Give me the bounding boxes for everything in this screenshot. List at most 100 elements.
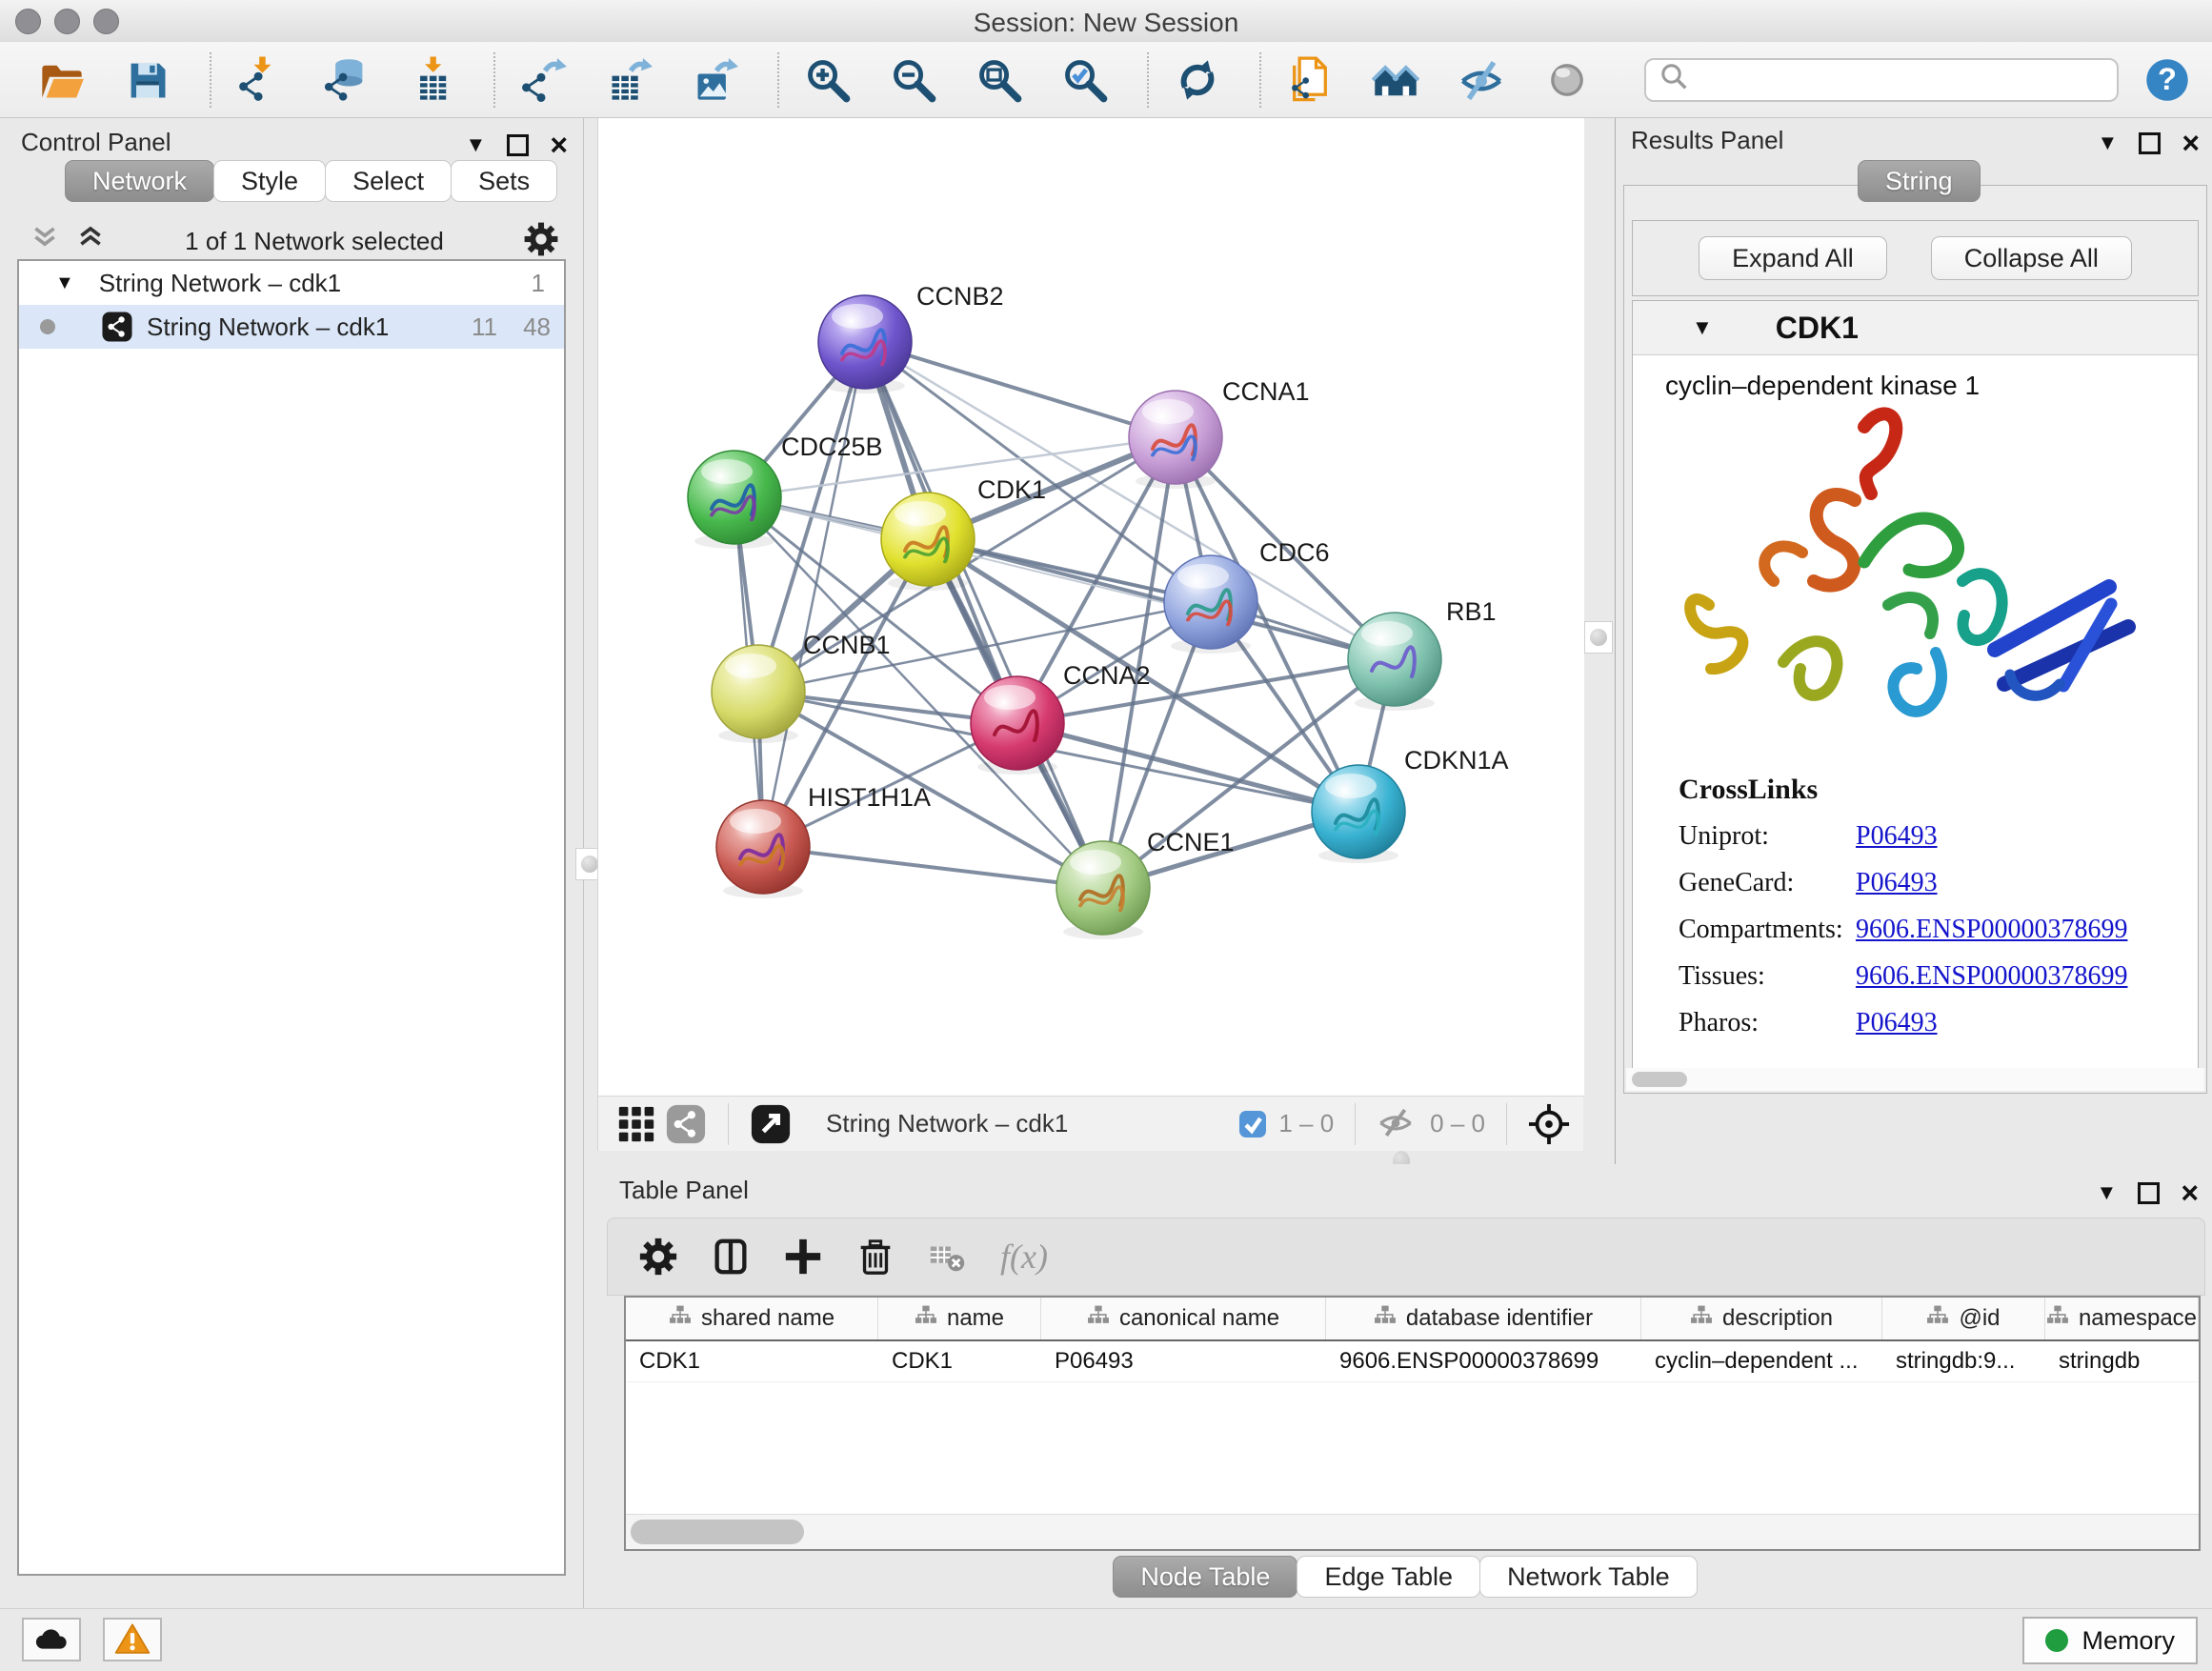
- right-splitter-handle[interactable]: [1584, 621, 1613, 654]
- create-column-icon[interactable]: [779, 1233, 827, 1280]
- expand-all-networks-icon[interactable]: [74, 223, 107, 260]
- column-header-namespace[interactable]: namespace: [2045, 1298, 2199, 1339]
- network-node-cdc6[interactable]: [1164, 555, 1257, 654]
- column-header-database-identifier[interactable]: database identifier: [1326, 1298, 1641, 1339]
- string-share-icon[interactable]: [665, 1103, 707, 1145]
- zoom-out-icon[interactable]: [890, 56, 937, 104]
- gene-expand-icon[interactable]: ▼: [1692, 315, 1713, 340]
- table-cell[interactable]: cyclin–dependent ...: [1641, 1341, 1882, 1381]
- table-options-gear-icon[interactable]: [634, 1233, 682, 1280]
- node-table: shared namenamecanonical namedatabase id…: [624, 1296, 2201, 1551]
- zoom-selected-icon[interactable]: [1061, 56, 1109, 104]
- cloud-status-button[interactable]: [22, 1618, 81, 1661]
- table-horizontal-scrollbar[interactable]: [626, 1514, 2199, 1549]
- network-node-ccna1[interactable]: [1129, 391, 1222, 489]
- show-columns-icon[interactable]: [707, 1233, 754, 1280]
- tab-network-table[interactable]: Network Table: [1479, 1556, 1698, 1598]
- search-icon: [1656, 58, 1694, 101]
- show-labels-icon[interactable]: [1543, 56, 1591, 104]
- delete-column-icon[interactable]: [852, 1233, 899, 1280]
- birdseye-crosshair-icon[interactable]: [1528, 1103, 1570, 1145]
- table-cell[interactable]: stringdb:9...: [1882, 1341, 2045, 1381]
- expand-all-button[interactable]: Expand All: [1699, 236, 1887, 280]
- crosslink-link[interactable]: P06493: [1856, 868, 1938, 897]
- network-node-cdc25b[interactable]: [688, 451, 781, 549]
- network-row[interactable]: String Network – cdk1 11 48: [19, 305, 564, 349]
- tab-style[interactable]: Style: [213, 160, 326, 202]
- table-cell[interactable]: CDK1: [878, 1341, 1041, 1381]
- import-table-icon[interactable]: [408, 56, 455, 104]
- network-view-canvas[interactable]: CCNB2CCNA1CDC25BCDK1CDC6RB1CCNB1CCNA2CDK…: [597, 118, 1584, 1096]
- warnings-button[interactable]: [103, 1618, 162, 1661]
- memory-button[interactable]: Memory: [2022, 1617, 2198, 1664]
- open-in-browser-icon[interactable]: [750, 1103, 792, 1145]
- homes-icon[interactable]: [1372, 56, 1419, 104]
- control-panel-float-icon[interactable]: [507, 134, 529, 156]
- document-network-icon[interactable]: [1286, 56, 1334, 104]
- gene-section-header[interactable]: ▼ CDK1: [1633, 301, 2198, 355]
- export-image-icon[interactable]: [692, 56, 739, 104]
- crosslink-link[interactable]: P06493: [1856, 1008, 1938, 1037]
- import-database-icon[interactable]: [322, 56, 370, 104]
- network-edge[interactable]: [763, 847, 1103, 888]
- table-panel-close-icon[interactable]: ×: [2181, 1178, 2199, 1208]
- tab-select[interactable]: Select: [325, 160, 452, 202]
- table-scrollbar-thumb[interactable]: [631, 1520, 804, 1544]
- column-header-name[interactable]: name: [878, 1298, 1041, 1339]
- hide-labels-icon[interactable]: [1458, 56, 1505, 104]
- selected-nodes-checkbox-icon[interactable]: [1238, 1110, 1267, 1138]
- network-node-ccnb1[interactable]: [712, 645, 805, 743]
- table-cell[interactable]: 9606.ENSP00000378699: [1326, 1341, 1641, 1381]
- column-header-canonical-name[interactable]: canonical name: [1041, 1298, 1326, 1339]
- results-panel-float-icon[interactable]: [2139, 132, 2161, 154]
- collapse-all-networks-icon[interactable]: [29, 223, 61, 260]
- table-cell[interactable]: stringdb: [2045, 1341, 2199, 1381]
- tab-network[interactable]: Network: [65, 160, 214, 202]
- network-node-hist1h1a[interactable]: [716, 800, 810, 898]
- open-icon[interactable]: [38, 56, 86, 104]
- tab-node-table[interactable]: Node Table: [1113, 1556, 1297, 1598]
- grid-view-icon[interactable]: [615, 1103, 657, 1145]
- column-header-shared-name[interactable]: shared name: [626, 1298, 878, 1339]
- zoom-fit-icon[interactable]: [975, 56, 1023, 104]
- network-edge[interactable]: [865, 342, 1176, 437]
- import-network-icon[interactable]: [236, 56, 284, 104]
- search-input[interactable]: [1694, 64, 2098, 95]
- network-node-cdkn1a[interactable]: [1312, 765, 1405, 863]
- network-collection-row[interactable]: ▼ String Network – cdk1 1: [19, 261, 564, 305]
- table-cell[interactable]: CDK1: [626, 1341, 878, 1381]
- tab-string[interactable]: String: [1858, 160, 1981, 202]
- control-panel-close-icon[interactable]: ×: [550, 130, 568, 160]
- help-button[interactable]: ?: [2143, 56, 2191, 104]
- network-node-ccna2[interactable]: [971, 676, 1064, 775]
- network-edge[interactable]: [763, 342, 865, 847]
- export-network-icon[interactable]: [520, 56, 568, 104]
- table-panel-collapse-icon[interactable]: ▼: [2097, 1182, 2118, 1203]
- results-panel-collapse-icon[interactable]: ▼: [2098, 132, 2119, 153]
- table-panel-float-icon[interactable]: [2138, 1182, 2160, 1204]
- table-row[interactable]: CDK1CDK1P064939606.ENSP00000378699cyclin…: [626, 1341, 2199, 1382]
- table-cell[interactable]: P06493: [1041, 1341, 1326, 1381]
- tab-sets[interactable]: Sets: [451, 160, 557, 202]
- collapse-all-button[interactable]: Collapse All: [1931, 236, 2132, 280]
- crosslink-link[interactable]: 9606.ENSP00000378699: [1856, 915, 2127, 944]
- column-header-description[interactable]: description: [1641, 1298, 1882, 1339]
- save-icon[interactable]: [124, 56, 171, 104]
- results-horizontal-scrollbar[interactable]: [1626, 1068, 2204, 1091]
- crosslink-link[interactable]: P06493: [1856, 821, 1938, 851]
- crosslinks-heading: CrossLinks: [1679, 774, 2127, 806]
- tab-edge-table[interactable]: Edge Table: [1297, 1556, 1480, 1598]
- network-node-ccne1[interactable]: [1056, 841, 1150, 939]
- results-panel-close-icon[interactable]: ×: [2182, 128, 2200, 158]
- network-node-rb1[interactable]: [1348, 613, 1441, 711]
- collection-expand-icon[interactable]: ▼: [55, 272, 74, 294]
- search-field[interactable]: [1644, 58, 2119, 102]
- export-table-icon[interactable]: [606, 56, 654, 104]
- column-header--id[interactable]: @id: [1882, 1298, 2045, 1339]
- refresh-icon[interactable]: [1174, 56, 1221, 104]
- crosslink-link[interactable]: 9606.ENSP00000378699: [1856, 961, 2127, 991]
- hidden-eye-icon[interactable]: [1377, 1103, 1418, 1145]
- network-options-gear-icon[interactable]: [522, 220, 560, 263]
- control-panel-collapse-icon[interactable]: ▼: [466, 134, 487, 155]
- zoom-in-icon[interactable]: [804, 56, 852, 104]
